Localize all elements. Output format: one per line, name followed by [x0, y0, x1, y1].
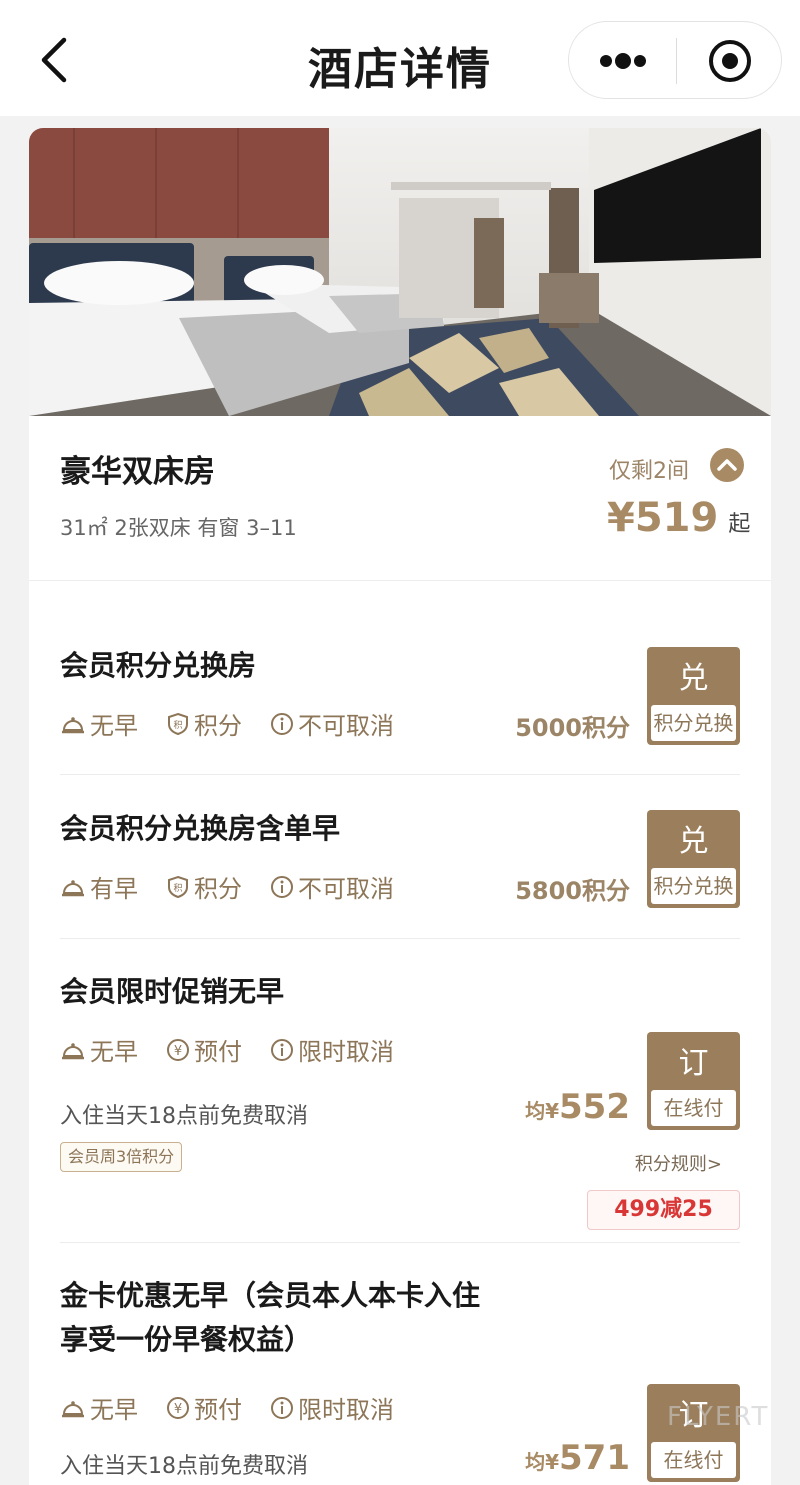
payment-tag: ¥ 预付 [166, 1032, 242, 1067]
price-value: 571 [559, 1438, 630, 1478]
rate-plan[interactable]: 金卡优惠无早（会员本人本卡入住 享受一份早餐权益） 无早 ¥ 预付 限时取消 入… [60, 1274, 740, 1482]
breakfast-tag: 无早 [60, 706, 138, 741]
watermark-logo: FLYERT [667, 1402, 770, 1432]
rate-title: 会员积分兑换房 [60, 649, 257, 682]
rate-title-line1: 金卡优惠无早（会员本人本卡入住 [60, 1279, 481, 1312]
rate-tags: 无早 ¥ 预付 限时取消 [60, 1390, 394, 1425]
breakfast-tag: 无早 [60, 1390, 138, 1425]
button-glyph: 兑 [678, 661, 709, 696]
breakfast-tag: 有早 [60, 869, 138, 904]
average-price: 均¥571 [525, 1438, 630, 1478]
points-shield-icon: 积 [168, 875, 188, 898]
cancel-tag: 限时取消 [270, 1390, 394, 1425]
points-price: 5000积分 [515, 714, 630, 742]
button-subtext: 积分兑换 [651, 705, 736, 741]
cancel-policy-note: 入住当天18点前免费取消 [60, 1104, 308, 1129]
rate-tags: 有早 积 积分 不可取消 [60, 869, 394, 904]
rate-title-line2: 享受一份早餐权益） [60, 1323, 313, 1356]
average-price: 均¥552 [525, 1087, 630, 1127]
remaining-rooms: 仅剩2间 [609, 459, 689, 484]
coupon-tag[interactable]: 499减25 [587, 1190, 740, 1230]
rate-plan[interactable]: 会员积分兑换房含单早 有早 积 积分 不可取消 5800积分 兑 积分兑换 [60, 807, 740, 908]
redeem-button[interactable]: 兑 积分兑换 [647, 810, 740, 908]
rate-tags: 无早 ¥ 预付 限时取消 [60, 1032, 394, 1067]
svg-text:积: 积 [173, 882, 182, 894]
rate-divider [60, 774, 740, 775]
cancel-tag: 不可取消 [270, 869, 394, 904]
room-price: ¥519 起 [607, 495, 750, 541]
rate-tags: 无早 积 积分 不可取消 [60, 706, 394, 741]
button-glyph: 兑 [678, 824, 709, 859]
room-photo[interactable] [29, 128, 771, 416]
svg-text:¥: ¥ [174, 1402, 182, 1417]
payment-tag: 积 积分 [166, 869, 242, 904]
info-icon [271, 712, 293, 735]
chevron-up-icon[interactable] [710, 448, 744, 482]
rate-plan[interactable]: 会员限时促销无早 无早 ¥ 预付 限时取消 入住当天18点前免费取消 会员周3倍… [60, 970, 740, 1230]
points-price: 5800积分 [515, 877, 630, 905]
button-subtext: 在线付 [651, 1442, 736, 1478]
food-cover-icon [62, 879, 84, 896]
cancel-tag: 限时取消 [270, 1032, 394, 1067]
info-icon [271, 875, 293, 898]
redeem-button[interactable]: 兑 积分兑换 [647, 647, 740, 745]
payment-tag: ¥ 预付 [166, 1390, 242, 1425]
breakfast-tag: 无早 [60, 1032, 138, 1067]
points-shield-icon: 积 [168, 712, 188, 735]
points-rules-link[interactable]: 积分规则> [635, 1150, 722, 1176]
info-icon [271, 1396, 293, 1419]
yen-circle-icon: ¥ [167, 1038, 189, 1061]
price-prefix: 均¥ [525, 1099, 560, 1123]
room-name: 豪华双床房 [60, 454, 215, 490]
button-glyph: 订 [678, 1046, 709, 1081]
room-spec: 31㎡ 2张双床 有窗 3–11 [60, 516, 297, 540]
price-prefix: 均¥ [525, 1450, 560, 1474]
yen-circle-icon: ¥ [167, 1396, 189, 1419]
book-button[interactable]: 订 在线付 [647, 1032, 740, 1130]
payment-tag: 积 积分 [166, 706, 242, 741]
svg-text:¥: ¥ [174, 1044, 182, 1059]
mini-program-capsule [568, 21, 782, 99]
room-price-value: ¥519 [607, 495, 719, 541]
price-suffix: 起 [728, 512, 751, 537]
cancel-policy-note: 入住当天18点前免费取消 [60, 1454, 308, 1479]
button-subtext: 积分兑换 [651, 868, 736, 904]
rate-title: 会员限时促销无早 [60, 975, 285, 1008]
button-subtext: 在线付 [651, 1090, 736, 1126]
food-cover-icon [62, 716, 84, 733]
svg-text:积: 积 [173, 719, 182, 731]
rate-title: 会员积分兑换房含单早 [60, 812, 341, 845]
food-cover-icon [62, 1042, 84, 1059]
section-divider [29, 580, 771, 581]
rate-plan[interactable]: 会员积分兑换房 无早 积 积分 不可取消 5000积分 兑 积分兑换 [60, 644, 740, 745]
member-points-badge: 会员周3倍积分 [60, 1142, 183, 1172]
food-cover-icon [62, 1400, 84, 1417]
navigation-bar: 酒店详情 [0, 0, 800, 116]
rate-divider [60, 1242, 740, 1243]
rate-divider [60, 938, 740, 939]
price-value: 552 [559, 1087, 630, 1127]
info-icon [271, 1038, 293, 1061]
book-button[interactable]: 订 在线付 [647, 1384, 740, 1482]
cancel-tag: 不可取消 [270, 706, 394, 741]
room-card: 豪华双床房 仅剩2间 31㎡ 2张双床 有窗 3–11 ¥519 起 会员积分兑换… [29, 128, 771, 1485]
more-dots-icon[interactable] [569, 22, 676, 100]
close-target-icon[interactable] [677, 22, 783, 100]
